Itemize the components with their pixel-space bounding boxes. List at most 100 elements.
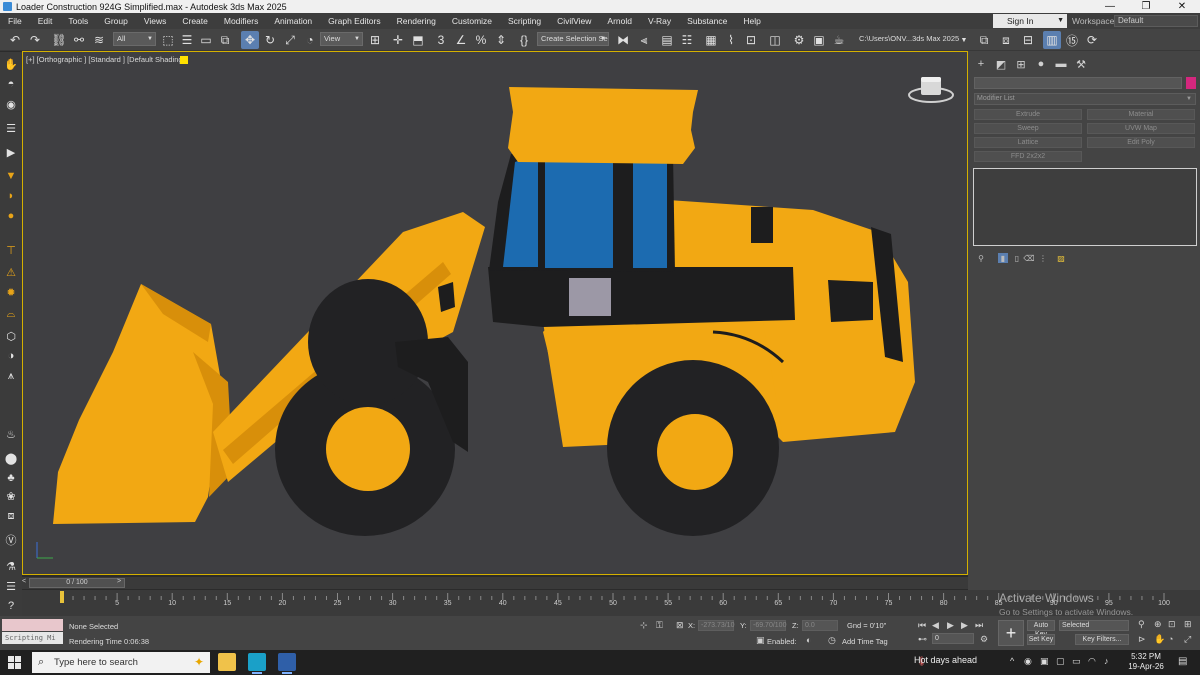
maximize-button[interactable]: ❐ — [1128, 0, 1164, 13]
edit-poly-button[interactable]: Edit Poly — [1087, 137, 1195, 148]
set-key-button[interactable]: Set Key — [1027, 634, 1055, 645]
remove-modifier-icon[interactable]: ⌫ — [1023, 253, 1034, 263]
taskbar-search-box[interactable]: ⌕ Type here to search ✦ — [32, 652, 210, 673]
absolute-mode-icon[interactable]: ⊠ — [676, 620, 684, 631]
layers-icon[interactable]: ☰ — [2, 120, 20, 136]
key-filters-button[interactable]: Key Filters... — [1075, 634, 1129, 645]
rect-selection-icon[interactable]: ▭ — [197, 31, 215, 49]
chevron-left-icon[interactable]: < — [22, 578, 26, 585]
open-folder-icon[interactable]: ⧉ — [975, 31, 993, 49]
next-frame-icon[interactable]: ▶ — [961, 620, 968, 631]
keyboard-shortcut-icon[interactable]: ⬒ — [409, 31, 427, 49]
viewcube-icon[interactable] — [906, 73, 956, 107]
uvw-map-button[interactable]: UVW Map — [1087, 123, 1195, 134]
chevron-down-icon[interactable]: ▼ — [955, 31, 973, 49]
go-to-end-icon[interactable]: ⏭ — [975, 620, 983, 631]
box-icon[interactable]: ⬡ — [2, 328, 20, 344]
flame-icon[interactable]: ♨ — [2, 426, 20, 442]
menu-file[interactable]: File — [0, 13, 30, 29]
current-frame-field[interactable]: 0 — [932, 633, 974, 644]
menu-tools[interactable]: Tools — [60, 13, 96, 29]
previous-frame-icon[interactable]: ◀ — [932, 620, 939, 631]
go-to-start-icon[interactable]: ⏮ — [918, 620, 926, 631]
percent-snap-icon[interactable]: % — [472, 31, 490, 49]
battery-icon[interactable]: ▭ — [1072, 656, 1081, 667]
select-object-icon[interactable]: ⬚ — [159, 31, 177, 49]
key-target-select[interactable]: Selected — [1059, 620, 1129, 631]
play-icon[interactable]: ▶ — [947, 620, 954, 631]
add-time-tag[interactable]: Add Time Tag — [842, 637, 888, 646]
menu-rendering[interactable]: Rendering — [389, 13, 444, 29]
3ds-max-taskbar-icon[interactable] — [248, 653, 266, 674]
time-slider[interactable]: < 0 / 100 > — [22, 577, 968, 589]
render-icon[interactable]: ☕ — [830, 31, 848, 49]
z-coordinate-field[interactable]: 0.0 — [802, 620, 838, 631]
omni-light-icon[interactable]: ⚠ — [2, 264, 20, 280]
chevron-right-icon[interactable]: > — [117, 578, 121, 585]
file-explorer-icon[interactable] — [218, 653, 236, 671]
tray-chat-icon[interactable]: ▣ — [1040, 656, 1049, 667]
menu-views[interactable]: Views — [136, 13, 175, 29]
menu-vray[interactable]: V-Ray — [640, 13, 679, 29]
menu-edit[interactable]: Edit — [30, 13, 61, 29]
pan-hand-icon[interactable]: ✋ — [1154, 634, 1165, 645]
ffd-button[interactable]: FFD 2x2x2 — [974, 151, 1082, 162]
workspaces-select[interactable]: Default — [1114, 15, 1198, 27]
sun-icon[interactable]: ✹ — [2, 284, 20, 300]
material-editor-icon[interactable]: ◫ — [766, 31, 784, 49]
select-move-icon[interactable]: ✥ — [241, 31, 259, 49]
minimize-button[interactable]: — — [1092, 0, 1128, 13]
helmet-icon[interactable]: ◗ — [2, 188, 20, 204]
maxscript-mini-listener[interactable]: Scripting Mi — [2, 632, 63, 644]
modifier-stack-list[interactable] — [973, 168, 1197, 246]
menu-help[interactable]: Help — [735, 13, 768, 29]
app-taskbar-icon[interactable] — [278, 653, 296, 674]
zoom-all-icon[interactable]: ⊕ — [1154, 619, 1162, 630]
select-scale-icon[interactable]: ⤢ — [281, 31, 299, 49]
shader-ball-icon[interactable]: ◑ — [2, 348, 20, 364]
window-crossing-icon[interactable]: ⧉ — [216, 31, 234, 49]
scene-explorer-icon[interactable]: ▤ — [658, 31, 676, 49]
menu-list-icon[interactable]: ☰ — [2, 578, 20, 594]
camera-icon[interactable]: ◉ — [2, 96, 20, 112]
manipulate-icon[interactable]: ✛ — [389, 31, 407, 49]
tray-overflow-icon[interactable]: ^ — [1010, 656, 1014, 666]
material-sphere-icon[interactable]: ⬤ — [2, 450, 20, 466]
display-tab-icon[interactable]: ▬ — [1054, 57, 1068, 71]
adaptive-degradation-icon[interactable]: ▣ — [756, 635, 765, 646]
utilities-tab-icon[interactable]: ⚒ — [1074, 57, 1088, 71]
gallery-icon[interactable]: ❀ — [2, 488, 20, 504]
volume-icon[interactable]: ♪ — [1104, 656, 1109, 666]
menu-group[interactable]: Group — [96, 13, 136, 29]
dome-light-icon[interactable]: ⌓ — [2, 306, 20, 322]
redo-icon[interactable]: ↷ — [26, 31, 44, 49]
close-button[interactable]: ✕ — [1164, 0, 1200, 13]
schematic-view-icon[interactable]: ⊡ — [742, 31, 760, 49]
maximize-viewport-icon[interactable]: ⤢ — [1184, 634, 1191, 645]
teapot-icon[interactable]: ♣ — [2, 470, 20, 486]
angle-snap-icon[interactable]: ∠ — [452, 31, 470, 49]
select-place-icon[interactable]: ◔ — [301, 31, 319, 49]
navigation-icon[interactable]: ◓ — [2, 76, 20, 92]
isolate-icon[interactable]: ⊹ — [640, 620, 648, 631]
bind-space-warp-icon[interactable]: ≋ — [90, 31, 108, 49]
make-unique-icon[interactable]: ▯ — [1012, 253, 1022, 263]
video-camera-icon[interactable]: ▶ — [2, 144, 20, 160]
key-mode-icon[interactable]: ⊷ — [918, 634, 927, 645]
tray-app-icon[interactable]: ◉ — [1024, 656, 1032, 667]
toggle-icon[interactable]: ◐ — [806, 635, 811, 645]
menu-scripting[interactable]: Scripting — [500, 13, 549, 29]
current-frame-marker[interactable] — [60, 591, 64, 603]
command-panel-toggle-icon[interactable]: ▥ — [1043, 31, 1061, 49]
select-hand-icon[interactable]: ✋ — [2, 56, 20, 72]
sphere-icon[interactable]: ● — [2, 208, 20, 224]
unlink-icon[interactable]: ⚯ — [70, 31, 88, 49]
undo-icon[interactable]: ↶ — [6, 31, 24, 49]
weather-text[interactable]: Hot days ahead — [914, 655, 977, 665]
field-of-view-icon[interactable]: ⊳ — [1138, 634, 1146, 645]
spinner-snap-icon[interactable]: ⇕ — [492, 31, 510, 49]
show-end-result-icon[interactable]: ▮ — [998, 253, 1008, 263]
y-coordinate-field[interactable]: -69.70/100 — [750, 620, 786, 631]
lattice-button[interactable]: Lattice — [974, 137, 1082, 148]
rendered-frame-icon[interactable]: ▣ — [810, 31, 828, 49]
